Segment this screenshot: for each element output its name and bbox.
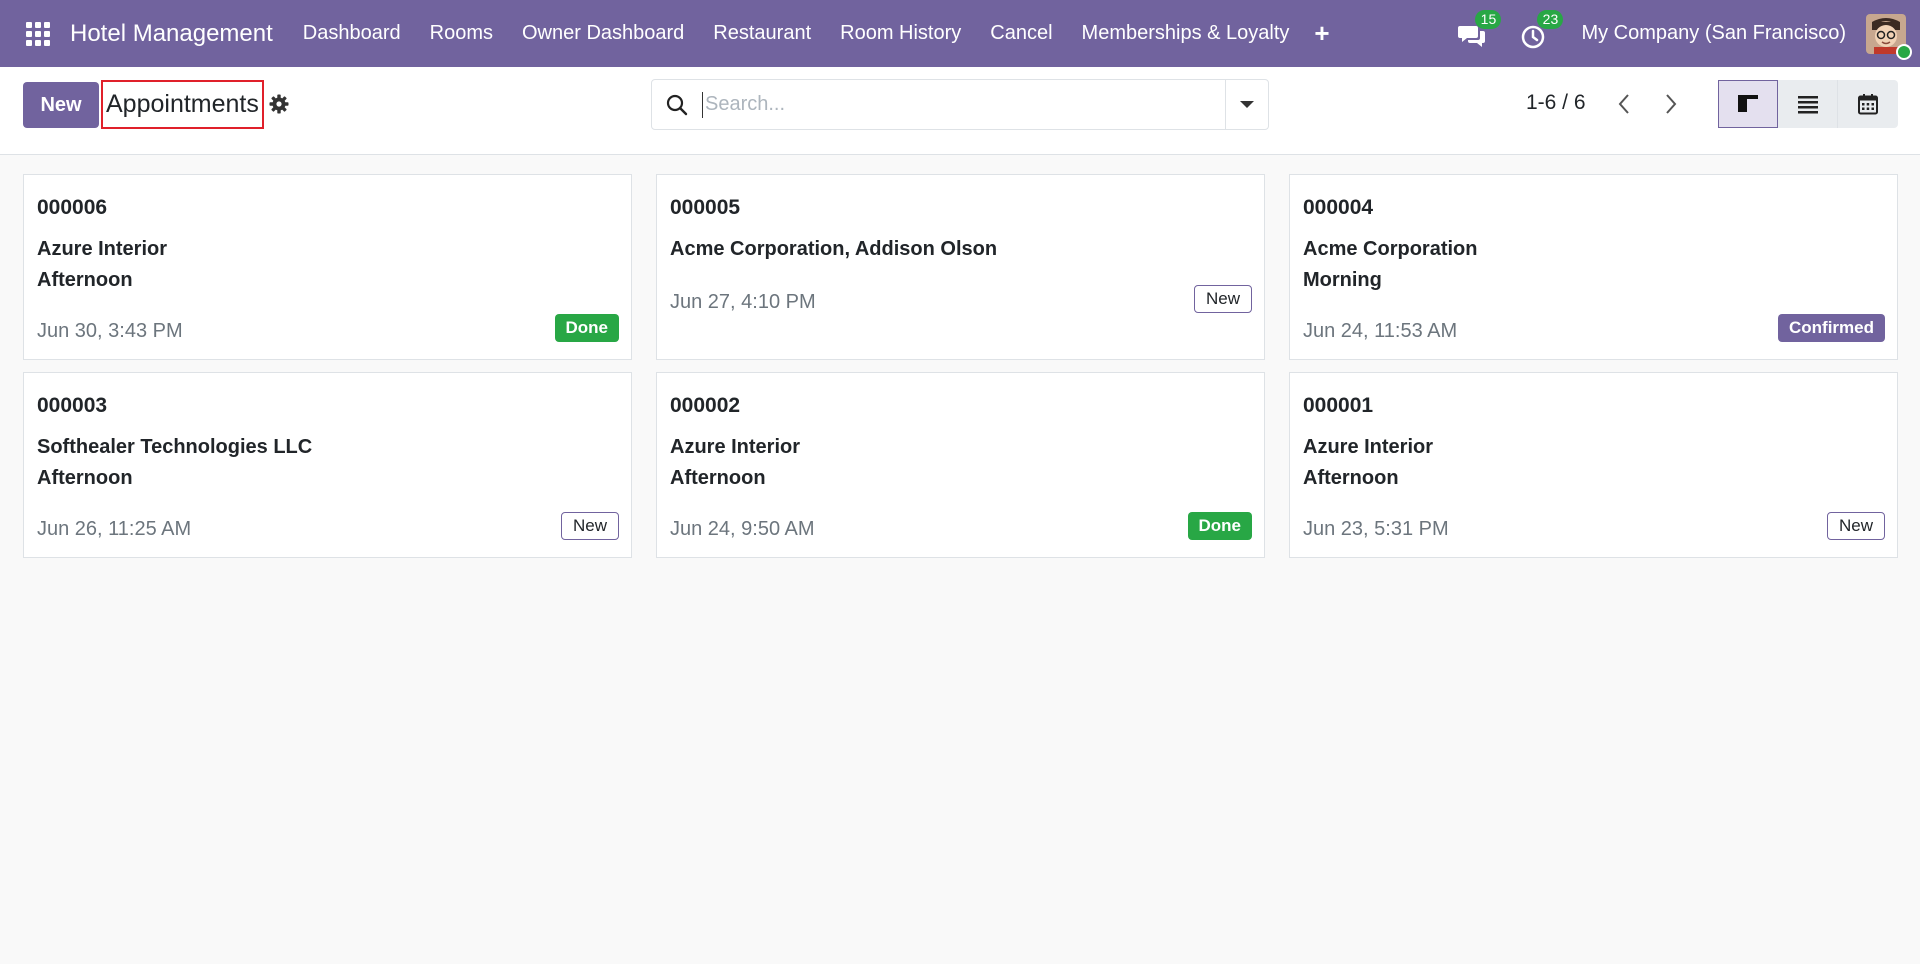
card-date: Jun 27, 4:10 PM [670,291,816,313]
messages-count-badge: 15 [1475,9,1502,29]
card-slot: Morning [1303,269,1382,291]
apps-menu-icon[interactable] [24,20,52,48]
status-badge: Done [554,314,619,342]
status-badge: New [1193,285,1252,313]
card-date: Jun 24, 9:50 AM [670,518,815,540]
card-partner: Acme Corporation [1303,238,1478,260]
control-panel: New Appointments Search... 1-6 / 6 [0,67,1920,155]
activity-clock-icon[interactable]: 23 [1519,9,1564,50]
appointment-card[interactable]: 000004 Acme Corporation Morning Jun 24, … [1289,174,1898,360]
menu-owner-dashboard[interactable]: Owner Dashboard [522,22,684,45]
list-icon [1797,96,1818,114]
search-icon [666,94,688,116]
card-partner: Azure Interior [37,238,168,260]
online-status-dot [1896,43,1912,60]
menu-dashboard[interactable]: Dashboard [303,22,401,45]
kanban-view-button[interactable] [1718,80,1778,128]
menu-room-history[interactable]: Room History [840,22,961,45]
company-switcher[interactable]: My Company (San Francisco) [1581,22,1846,45]
calendar-view-button[interactable] [1838,80,1898,128]
top-navbar: Hotel Management Dashboard Rooms Owner D… [0,0,1920,67]
card-reference: 000003 [37,394,108,417]
chevron-left-icon [1618,94,1629,114]
new-button[interactable]: New [23,82,99,128]
search-options-toggle[interactable] [1225,80,1268,129]
status-badge: New [560,512,619,540]
page-title: Appointments [101,80,264,129]
appointment-card[interactable]: 000005 Acme Corporation, Addison Olson J… [656,174,1265,360]
card-partner: Azure Interior [670,436,801,458]
gear-icon[interactable] [269,94,289,114]
kanban-icon [1738,95,1758,112]
search-input[interactable] [702,91,1225,118]
status-badge: New [1826,512,1885,540]
caret-down-icon [1240,101,1254,108]
card-reference: 000005 [670,196,741,219]
menu-cancel[interactable]: Cancel [990,22,1052,45]
messaging-icon[interactable]: 15 [1457,9,1502,50]
card-reference: 000001 [1303,394,1374,417]
list-view-button[interactable] [1778,80,1838,128]
status-badge: Confirmed [1778,314,1885,342]
app-brand[interactable]: Hotel Management [70,20,273,48]
card-reference: 000006 [37,196,108,219]
card-reference: 000002 [670,394,741,417]
systray: 15 23 My Company (San Francisco) [1457,9,1912,60]
pager-previous-button[interactable] [1611,89,1637,119]
card-date: Jun 23, 5:31 PM [1303,518,1449,540]
card-slot: Afternoon [37,269,133,291]
menu-memberships-loyalty[interactable]: Memberships & Loyalty [1082,22,1290,45]
appointment-card[interactable]: 000002 Azure Interior Afternoon Jun 24, … [656,372,1265,558]
search-bar [651,79,1269,130]
plus-icon[interactable]: + [1314,18,1329,49]
user-avatar[interactable] [1866,13,1912,60]
status-badge: Done [1187,512,1252,540]
main-menu: Dashboard Rooms Owner Dashboard Restaura… [303,18,1370,49]
menu-restaurant[interactable]: Restaurant [713,22,811,45]
pager-next-button[interactable] [1658,89,1684,119]
card-slot: Afternoon [37,467,133,489]
card-slot: Afternoon [1303,467,1399,489]
card-date: Jun 24, 11:53 AM [1303,320,1458,342]
chevron-right-icon [1666,94,1677,114]
kanban-board: 000006 Azure Interior Afternoon Jun 30, … [23,174,1898,558]
pager-value[interactable]: 1-6 / 6 [1526,91,1586,115]
activities-count-badge: 23 [1537,9,1564,29]
calendar-icon [1858,94,1878,115]
card-date: Jun 30, 3:43 PM [37,320,183,342]
appointment-card[interactable]: 000001 Azure Interior Afternoon Jun 23, … [1289,372,1898,558]
view-switcher [1718,80,1898,128]
card-slot: Afternoon [670,467,766,489]
card-date: Jun 26, 11:25 AM [37,518,192,540]
card-reference: 000004 [1303,196,1374,219]
card-partner: Azure Interior [1303,436,1434,458]
card-partner: Softhealer Technologies LLC [37,436,313,458]
appointment-card[interactable]: 000006 Azure Interior Afternoon Jun 30, … [23,174,632,360]
menu-rooms[interactable]: Rooms [430,22,493,45]
card-partner: Acme Corporation, Addison Olson [670,238,998,260]
appointment-card[interactable]: 000003 Softhealer Technologies LLC After… [23,372,632,558]
